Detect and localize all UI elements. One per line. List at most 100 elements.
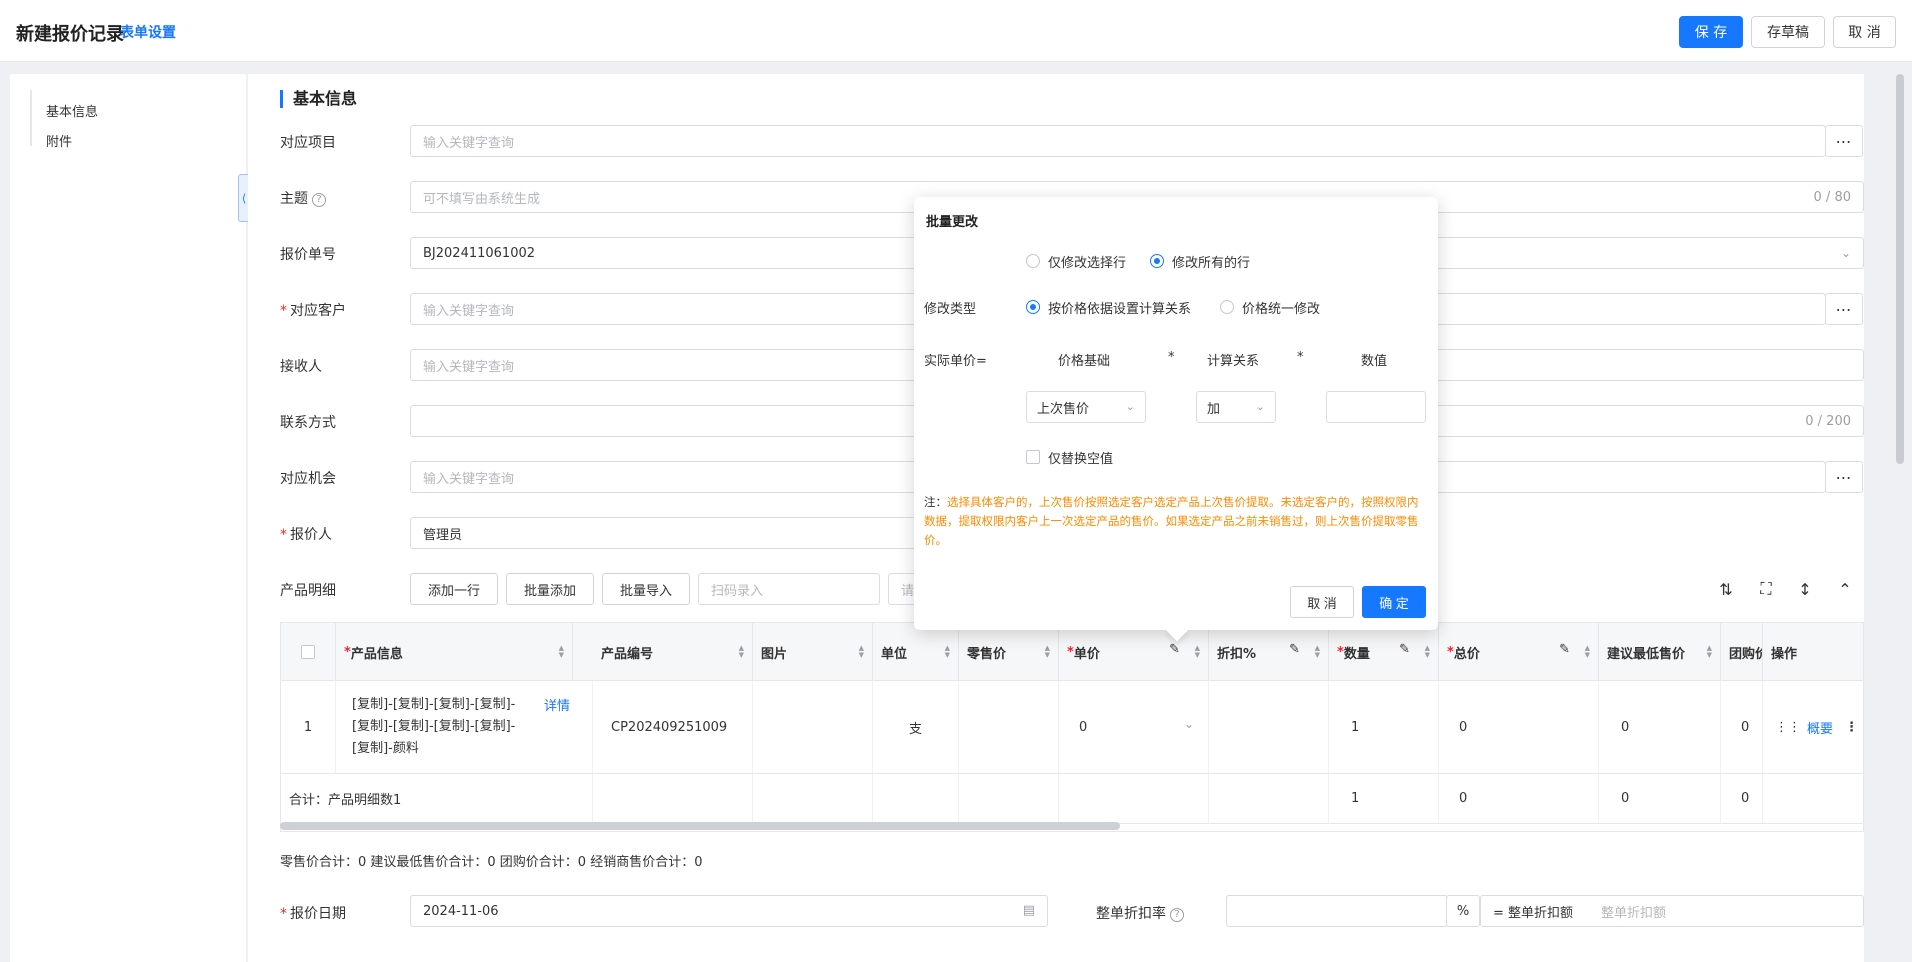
sort-icon[interactable]: ▲ ▼ xyxy=(1315,645,1320,659)
unit-price-cell[interactable]: 0 ⌄ xyxy=(1059,681,1209,773)
quoter-input[interactable]: 管理员 xyxy=(410,517,930,549)
discount-amount-input[interactable]: = 整单折扣额 整单折扣额 xyxy=(1480,895,1864,927)
opportunity-more-button[interactable]: ⋯ xyxy=(1825,461,1863,493)
sort-icon[interactable]: ▲ ▼ xyxy=(1045,645,1050,659)
customer-more-button[interactable]: ⋯ xyxy=(1825,293,1863,325)
batch-add-button[interactable]: 批量添加 xyxy=(506,573,594,605)
summary-min-price: 0 xyxy=(1599,774,1721,823)
form-settings-link[interactable]: 表单设置 xyxy=(120,22,176,42)
sort-icon[interactable]: ▲ ▼ xyxy=(1585,645,1590,659)
col-total[interactable]: * 总价 ✎ ▲ ▼ xyxy=(1439,623,1599,681)
qty-cell[interactable]: 1 xyxy=(1329,681,1439,773)
value-input[interactable] xyxy=(1326,391,1426,423)
summary-empty-cell xyxy=(959,774,1059,823)
popover-confirm-button[interactable]: 确 定 xyxy=(1362,586,1426,618)
collapse-up-icon[interactable]: ⌃ xyxy=(1834,578,1856,600)
help-icon[interactable]: ? xyxy=(1170,908,1184,922)
col-product-info[interactable]: * 产品信息 ▲ ▼ xyxy=(336,623,573,681)
sort-icon[interactable]: ▲ ▼ xyxy=(559,645,564,659)
radio-selected-rows[interactable] xyxy=(1026,254,1040,268)
col-discount-label: 折扣% xyxy=(1217,646,1257,662)
col-retail[interactable]: 零售价 ▲ ▼ xyxy=(959,623,1059,681)
required-mark: * xyxy=(280,303,287,319)
quote-date-value: 2024-11-06 xyxy=(423,903,499,919)
cancel-button[interactable]: 取 消 xyxy=(1833,16,1896,48)
col-group-price[interactable]: 团购价 xyxy=(1721,623,1763,681)
sort-icon[interactable]: ▲ ▼ xyxy=(945,645,950,659)
products-label: 产品明细 xyxy=(280,583,336,599)
relation-select[interactable]: 加 ⌄ xyxy=(1196,391,1276,423)
total-cell[interactable]: 0 xyxy=(1439,681,1599,773)
edit-icon[interactable]: ✎ xyxy=(1559,642,1570,657)
radio-all-rows[interactable] xyxy=(1150,254,1164,268)
radio-by-price-basis-label[interactable]: 按价格依据设置计算关系 xyxy=(1048,298,1191,317)
formula-label: 实际单价= xyxy=(924,354,987,369)
overview-link[interactable]: 概要 xyxy=(1807,718,1833,737)
vertical-scrollbar[interactable] xyxy=(1896,74,1904,464)
radio-uniform-price[interactable] xyxy=(1220,300,1234,314)
project-placeholder: 输入关键字查询 xyxy=(423,135,515,151)
scan-placeholder: 扫码录入 xyxy=(711,583,764,599)
product-name: [复制]-[复制]-[复制]-[复制]-[复制]-[复制]-[复制]-[复制]-… xyxy=(352,697,516,756)
col-product-code[interactable]: 产品编号 ▲ ▼ xyxy=(593,623,753,681)
help-icon[interactable]: ? xyxy=(312,193,326,207)
replace-empty-label[interactable]: 仅替换空值 xyxy=(1048,448,1113,467)
batch-edit-popover: 批量更改 仅修改选择行 修改所有的行 修改类型 按价格依据设置计算关系 价格统一… xyxy=(914,197,1438,642)
col-product-code-label: 产品编号 xyxy=(601,646,654,662)
sort-icon[interactable]: ▲ ▼ xyxy=(1195,645,1200,659)
fullscreen-icon[interactable]: ⛶ xyxy=(1755,578,1777,600)
discount-cell[interactable] xyxy=(1209,681,1329,773)
project-more-button[interactable]: ⋯ xyxy=(1825,125,1863,157)
subject-label: 主题 xyxy=(280,191,308,207)
more-vertical-icon[interactable]: ⋮ xyxy=(1845,720,1858,735)
col-min-price[interactable]: 建议最低售价 ▲ ▼ xyxy=(1599,623,1721,681)
col-qty-label: 数量 xyxy=(1343,646,1370,662)
expand-vertical-icon[interactable]: ↕ xyxy=(1794,578,1816,600)
col-discount[interactable]: 折扣% ✎ ▲ ▼ xyxy=(1209,623,1329,681)
row-height-icon[interactable]: ⇅ xyxy=(1715,578,1737,600)
value-header: 数值 xyxy=(1361,354,1388,369)
radio-all-rows-label[interactable]: 修改所有的行 xyxy=(1172,252,1250,271)
radio-by-price-basis[interactable] xyxy=(1026,300,1040,314)
price-base-header: 价格基础 xyxy=(1058,354,1111,369)
required-mark: * xyxy=(1337,644,1344,660)
sort-icon[interactable]: ▲ ▼ xyxy=(859,645,864,659)
discount-rate-input[interactable] xyxy=(1226,895,1448,927)
price-base-select[interactable]: 上次售价 ⌄ xyxy=(1026,391,1146,423)
radio-selected-rows-label[interactable]: 仅修改选择行 xyxy=(1048,252,1126,271)
batch-import-button[interactable]: 批量导入 xyxy=(602,573,690,605)
project-input[interactable]: 输入关键字查询 xyxy=(410,125,1826,157)
edit-icon[interactable]: ✎ xyxy=(1169,642,1180,657)
popover-cancel-button[interactable]: 取 消 xyxy=(1290,586,1354,618)
chevron-down-icon: ⌄ xyxy=(1125,400,1135,413)
quote-date-input[interactable]: 2024-11-06 ▤ xyxy=(410,895,1048,927)
quoter-label-wrap: * 报价人 xyxy=(280,524,332,544)
detail-link[interactable]: 详情 xyxy=(544,695,570,714)
select-all-checkbox[interactable] xyxy=(301,645,315,659)
edit-icon[interactable]: ✎ xyxy=(1399,642,1410,657)
sort-icon[interactable]: ▲ ▼ xyxy=(1707,645,1712,659)
scan-input[interactable]: 扫码录入 xyxy=(698,573,880,605)
col-qty[interactable]: * 数量 ✎ ▲ ▼ xyxy=(1329,623,1439,681)
col-total-label: 总价 xyxy=(1453,646,1480,662)
edit-icon[interactable]: ✎ xyxy=(1289,642,1300,657)
discount-rate-label-wrap: 整单折扣率? xyxy=(1096,903,1184,923)
popover-note: 注：选择具体客户的，上次售价按照选定客户选定产品上次售价提取。未选定客户的，按照… xyxy=(924,493,1428,550)
horizontal-scrollbar[interactable] xyxy=(280,822,1120,830)
drag-handle-icon[interactable]: ⋮⋮ xyxy=(1775,720,1801,735)
save-draft-button[interactable]: 存草稿 xyxy=(1751,16,1825,48)
nav-item-attachments[interactable]: 附件 xyxy=(46,131,72,150)
quote-date-label-wrap: * 报价日期 xyxy=(280,903,346,923)
radio-uniform-price-label[interactable]: 价格统一修改 xyxy=(1242,298,1320,317)
nav-item-basic-info[interactable]: 基本信息 xyxy=(46,101,98,120)
sort-icon[interactable]: ▲ ▼ xyxy=(739,645,744,659)
col-unit[interactable]: 单位 ▲ ▼ xyxy=(873,623,959,681)
replace-empty-checkbox[interactable] xyxy=(1026,450,1040,464)
col-image[interactable]: 图片 ▲ ▼ xyxy=(753,623,873,681)
sort-icon[interactable]: ▲ ▼ xyxy=(1425,645,1430,659)
contact-char-count: 0 / 200 xyxy=(1805,413,1851,429)
add-row-button[interactable]: 添加一行 xyxy=(410,573,498,605)
note-lead: 注： xyxy=(924,495,947,509)
nav-divider xyxy=(30,90,32,146)
save-button[interactable]: 保 存 xyxy=(1679,16,1743,48)
